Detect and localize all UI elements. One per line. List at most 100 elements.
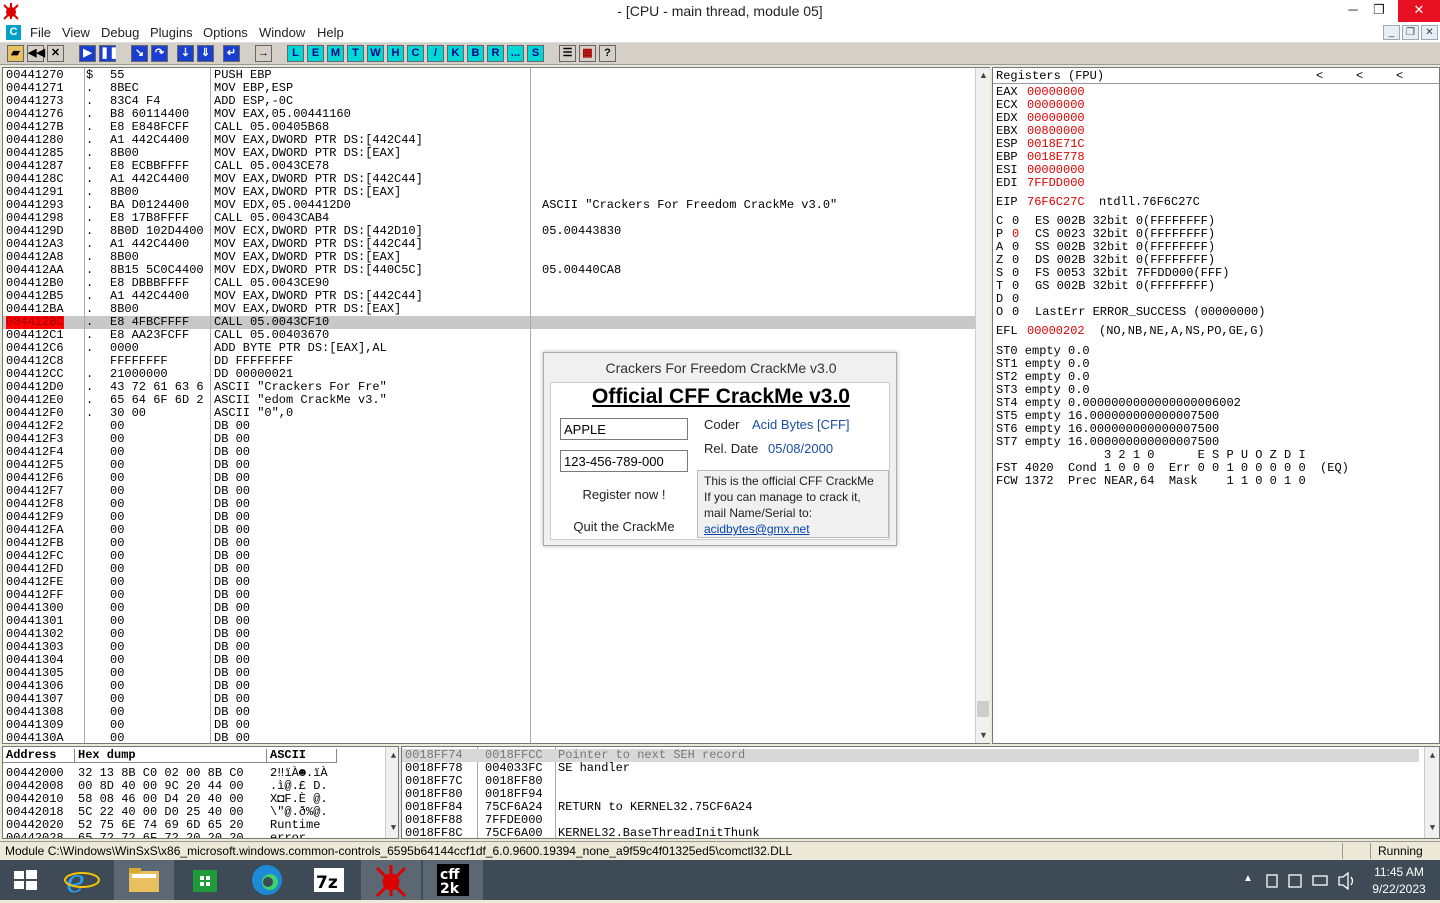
disasm-row[interactable]: 0044127B. E8 E848FCFF CALL 05.00405B68	[3, 121, 975, 134]
disasm-row[interactable]: 004412FE 00 DB 00	[3, 576, 975, 589]
toolbar-runtrace-button[interactable]: ...	[507, 45, 524, 62]
toolbar-threads-button[interactable]: T	[347, 45, 364, 62]
register-value[interactable]: 7FFDD000	[1027, 177, 1085, 190]
stack-row[interactable]: 0018FF74 0018FFCC Pointer to next SEH reco…	[402, 749, 1419, 762]
disasm-row[interactable]: 004412BA. 8B00 MOV EAX,DWORD PTR DS:[EAX]	[3, 303, 975, 316]
segment-info[interactable]: LastErr ERROR_SUCCESS (00000000)	[1035, 306, 1265, 319]
disasm-row[interactable]: 00441306 00 DB 00	[3, 680, 975, 693]
disasm-row[interactable]: 004412FD 00 DB 00	[3, 563, 975, 576]
appearance-icon[interactable]: ▦	[579, 45, 596, 62]
disasm-row[interactable]: 004412BC. E8 4FBCFFFF CALL 05.0043CF10	[3, 316, 975, 329]
toolbar-windows-button[interactable]: W	[367, 45, 384, 62]
menu-help[interactable]: Help	[317, 25, 344, 40]
email-link[interactable]: acidbytes@gmx.net	[704, 522, 810, 536]
quit-button[interactable]: Quit the CrackMe	[559, 519, 689, 534]
disasm-row[interactable]: 00441276. B8 60114400 MOV EAX,05.00441160	[3, 108, 975, 121]
stack-row[interactable]: 0018FF8C 75CF6A00 KERNEL32.BaseThreadInitT…	[402, 827, 1419, 839]
disasm-row[interactable]: 0044130A 00 DB 00	[3, 732, 975, 744]
flag-value[interactable]: 0	[1012, 306, 1019, 319]
toolbar-help-button[interactable]: ?	[599, 45, 616, 62]
menu-debug[interactable]: Debug	[101, 25, 139, 40]
toolbar-handles-button[interactable]: H	[387, 45, 404, 62]
file-explorer-taskbar-button[interactable]	[114, 860, 174, 900]
menu-options[interactable]: Options	[203, 25, 248, 40]
goto-icon[interactable]: →	[255, 45, 272, 62]
disasm-row[interactable]: 00441280. A1 442C4400 MOV EAX,DWORD PTR DS…	[3, 134, 975, 147]
disassembly-scrollbar[interactable]: ▲ ▼	[975, 68, 990, 743]
dump-col-hex[interactable]: Hex dump	[75, 749, 267, 763]
close-process-icon[interactable]: ✕	[47, 45, 64, 62]
scroll-up-icon[interactable]: ▲	[976, 68, 991, 83]
scroll-down-icon[interactable]: ▼	[976, 728, 991, 743]
scroll-up-icon[interactable]: ▲	[1425, 749, 1439, 764]
register-name[interactable]: EDI	[996, 177, 1018, 190]
disasm-row[interactable]: 00441301 00 DB 00	[3, 615, 975, 628]
disasm-row[interactable]: 00441308 00 DB 00	[3, 706, 975, 719]
toolbar-memory-button[interactable]: M	[327, 45, 344, 62]
stack-row[interactable]: 0018FF80 0018FF94	[402, 788, 1419, 801]
tray-overflow-icon[interactable]: ▲	[1243, 873, 1253, 884]
disasm-row[interactable]: 00441273. 83C4 F4 ADD ESP,-0C	[3, 95, 975, 108]
dump-ascii[interactable]: error	[270, 832, 328, 839]
registers-header[interactable]: Registers (FPU) < < <	[993, 68, 1439, 84]
mdi-restore-button[interactable]: ❐	[1402, 25, 1419, 40]
scroll-down-icon[interactable]: ▼	[386, 821, 398, 836]
toolbar-cpu-button[interactable]: C	[407, 45, 424, 62]
registers-pane[interactable]: Registers (FPU) < < < EAX 00000000 ECX 0000…	[992, 67, 1440, 744]
disasm-row[interactable]: 0044128C. A1 442C4400 MOV EAX,DWORD PTR DS…	[3, 173, 975, 186]
disasm-row[interactable]: 004412FF 00 DB 00	[3, 589, 975, 602]
flag-name[interactable]: O	[996, 306, 1003, 319]
stack-row[interactable]: 0018FF7C 0018FF80	[402, 775, 1419, 788]
disasm-row[interactable]: 004412B0. E8 DBBBFFFF CALL 05.0043CE90	[3, 277, 975, 290]
app-system-icon[interactable]: C	[6, 25, 21, 40]
step-over-icon[interactable]: ↷	[151, 45, 168, 62]
menu-window[interactable]: Window	[259, 25, 305, 40]
disasm-row[interactable]: 00441298. E8 17B8FFFF CALL 05.0043CAB4	[3, 212, 975, 225]
trace-over-icon[interactable]: ⇓	[197, 45, 214, 62]
trace-into-icon[interactable]: ⇣	[177, 45, 194, 62]
disasm-row[interactable]: 00441309 00 DB 00	[3, 719, 975, 732]
registers-nav-left-icon[interactable]: <	[1396, 70, 1403, 83]
disasm-row[interactable]: 004412C1. E8 AA23FCFF CALL 05.00403670	[3, 329, 975, 342]
clock-time[interactable]: 11:45 AM	[1362, 865, 1436, 879]
system-tray-icons[interactable]	[1265, 872, 1375, 890]
store-taskbar-button[interactable]	[176, 860, 236, 900]
toolbar-patches-button[interactable]: /	[427, 45, 444, 62]
stack-row[interactable]: 0018FF78 004033FC SE handler	[402, 762, 1419, 775]
clock-date[interactable]: 9/22/2023	[1362, 882, 1436, 896]
disasm-row[interactable]: 00441285. 8B00 MOV EAX,DWORD PTR DS:[EAX]	[3, 147, 975, 160]
open-icon[interactable]: ▰	[7, 45, 24, 62]
disasm-row[interactable]: 004412AA. 8B15 5C0C4400 MOV EDX,DWORD PTR …	[3, 264, 975, 277]
7zip-taskbar-button[interactable]: 7z	[299, 860, 359, 900]
dump-col-ascii[interactable]: ASCII	[267, 749, 337, 763]
edge-taskbar-button[interactable]	[237, 860, 297, 900]
toolbar-breakpoints-button[interactable]: B	[467, 45, 484, 62]
restart-icon[interactable]: ◀◀	[27, 45, 45, 62]
execute-till-return-icon[interactable]: ↵	[223, 45, 240, 62]
register-value[interactable]: 76F6C27C	[1027, 196, 1085, 209]
toolbar-references-button[interactable]: R	[487, 45, 504, 62]
menu-view[interactable]: View	[62, 25, 90, 40]
menu-file[interactable]: File	[30, 25, 51, 40]
menu-plugins[interactable]: Plugins	[150, 25, 193, 40]
dump-hex[interactable]: 65 72 72 6F 72 20 20 20	[78, 832, 244, 839]
memory-dump-pane[interactable]: Address Hex dump ASCII 00442000 32 13 8B …	[2, 746, 399, 839]
pause-icon[interactable]: ❚❚	[99, 45, 118, 62]
registers-nav-left-icon[interactable]: <	[1316, 70, 1323, 83]
start-button[interactable]	[0, 860, 50, 900]
scroll-down-icon[interactable]: ▼	[1425, 821, 1439, 836]
cff-crackme-taskbar-button[interactable]: cff 2k	[423, 860, 483, 900]
register-value[interactable]: 00000202	[1027, 325, 1085, 338]
dump-address[interactable]: 00442028	[6, 832, 64, 839]
disasm-row[interactable]: 00441300 00 DB 00	[3, 602, 975, 615]
fpu-line[interactable]: FCW 1372 Prec NEAR,64 Mask 1 1 0 0 1 0	[996, 475, 1306, 488]
disasm-row[interactable]: 00441270 $55 PUSH EBP	[3, 69, 975, 82]
disasm-row[interactable]: 004412B5. A1 442C4400 MOV EAX,DWORD PTR DS…	[3, 290, 975, 303]
disasm-row[interactable]: 00441305 00 DB 00	[3, 667, 975, 680]
mdi-minimize-button[interactable]: _	[1383, 25, 1400, 40]
disasm-row[interactable]: 00441271. 8BEC MOV EBP,ESP	[3, 82, 975, 95]
crackme-dialog[interactable]: Crackers For Freedom CrackMe v3.0 Offici…	[543, 352, 897, 546]
disasm-row[interactable]: 00441302 00 DB 00	[3, 628, 975, 641]
close-button[interactable]: ✕	[1398, 0, 1440, 22]
toolbar-log-button[interactable]: L	[287, 45, 304, 62]
